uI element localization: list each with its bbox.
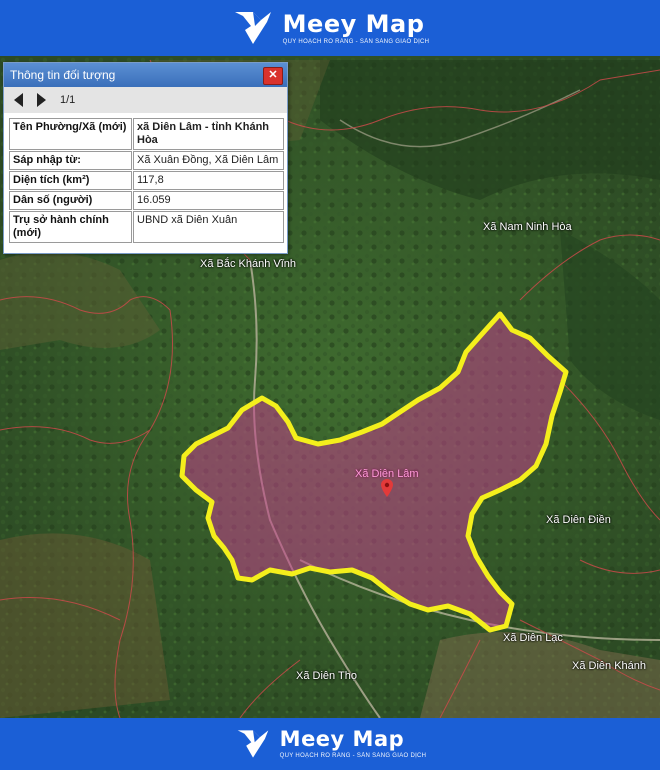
meey-logo-icon: [234, 12, 271, 44]
location-pin-icon[interactable]: [381, 479, 393, 497]
row-value: Xã Xuân Đồng, Xã Diên Lâm: [133, 151, 284, 170]
row-key: Diện tích (km²): [9, 171, 132, 190]
row-value: 117,8: [133, 171, 284, 190]
panel-header: Thông tin đối tượng ✕: [4, 63, 287, 87]
table-row: Sáp nhập từ: Xã Xuân Đồng, Xã Diên Lâm: [9, 151, 284, 170]
label-nam-ninh-hoa: Xã Nam Ninh Hòa: [483, 221, 572, 233]
panel-title: Thông tin đối tượng: [10, 68, 116, 82]
next-arrow-icon[interactable]: [37, 93, 46, 107]
object-info-panel: Thông tin đối tượng ✕ 1/1 Tên Phường/Xã …: [3, 62, 288, 254]
label-dien-khanh: Xã Diên Khánh: [572, 660, 646, 672]
header-bar: Meey Map QUY HOẠCH RÕ RÀNG - SẴN SÀNG GI…: [0, 0, 660, 56]
table-row: Diện tích (km²) 117,8: [9, 171, 284, 190]
panel-pager: 1/1: [4, 87, 287, 113]
brand-tagline: QUY HOẠCH RÕ RÀNG - SẴN SÀNG GIAO DỊCH: [282, 38, 430, 45]
row-key: Dân số (người): [9, 191, 132, 210]
pager-count: 1/1: [60, 94, 76, 106]
brand-name: Meey Map: [282, 9, 425, 38]
footer-bar: Meey Map QUY HOẠCH RÕ RÀNG - SẴN SÀNG GI…: [0, 718, 660, 770]
label-bac-khanh-vinh: Xã Bắc Khánh Vĩnh: [200, 258, 297, 270]
row-value: 16.059: [133, 191, 284, 210]
close-button[interactable]: ✕: [263, 67, 283, 85]
row-value: xã Diên Lâm - tỉnh Khánh Hòa: [133, 118, 284, 150]
label-dien-dien: Xã Diên Điền: [546, 514, 611, 526]
footer-brand-name: Meey Map: [279, 727, 405, 751]
table-row: Trụ sở hành chính (mới) UBND xã Diên Xuâ…: [9, 211, 284, 243]
footer-brand-tagline: QUY HOẠCH RÕ RÀNG - SẴN SÀNG GIAO DỊCH: [279, 753, 427, 759]
row-key: Tên Phường/Xã (mới): [9, 118, 132, 150]
brand-logo[interactable]: Meey Map QUY HOẠCH RÕ RÀNG - SẴN SÀNG GI…: [231, 8, 430, 48]
table-row: Dân số (người) 16.059: [9, 191, 284, 210]
row-value: UBND xã Diên Xuân: [133, 211, 284, 243]
label-dien-lac: Xã Diên Lạc: [503, 632, 563, 644]
meey-logo-icon: [237, 730, 268, 758]
info-table: Tên Phường/Xã (mới) xã Diên Lâm - tỉnh K…: [8, 117, 285, 244]
prev-arrow-icon[interactable]: [14, 93, 23, 107]
footer-logo[interactable]: Meey Map QUY HOẠCH RÕ RÀNG - SẴN SÀNG GI…: [234, 727, 427, 761]
label-dien-tho: Xã Diên Thọ: [296, 670, 357, 682]
row-key: Trụ sở hành chính (mới): [9, 211, 132, 243]
row-key: Sáp nhập từ:: [9, 151, 132, 170]
table-row: Tên Phường/Xã (mới) xã Diên Lâm - tỉnh K…: [9, 118, 284, 150]
